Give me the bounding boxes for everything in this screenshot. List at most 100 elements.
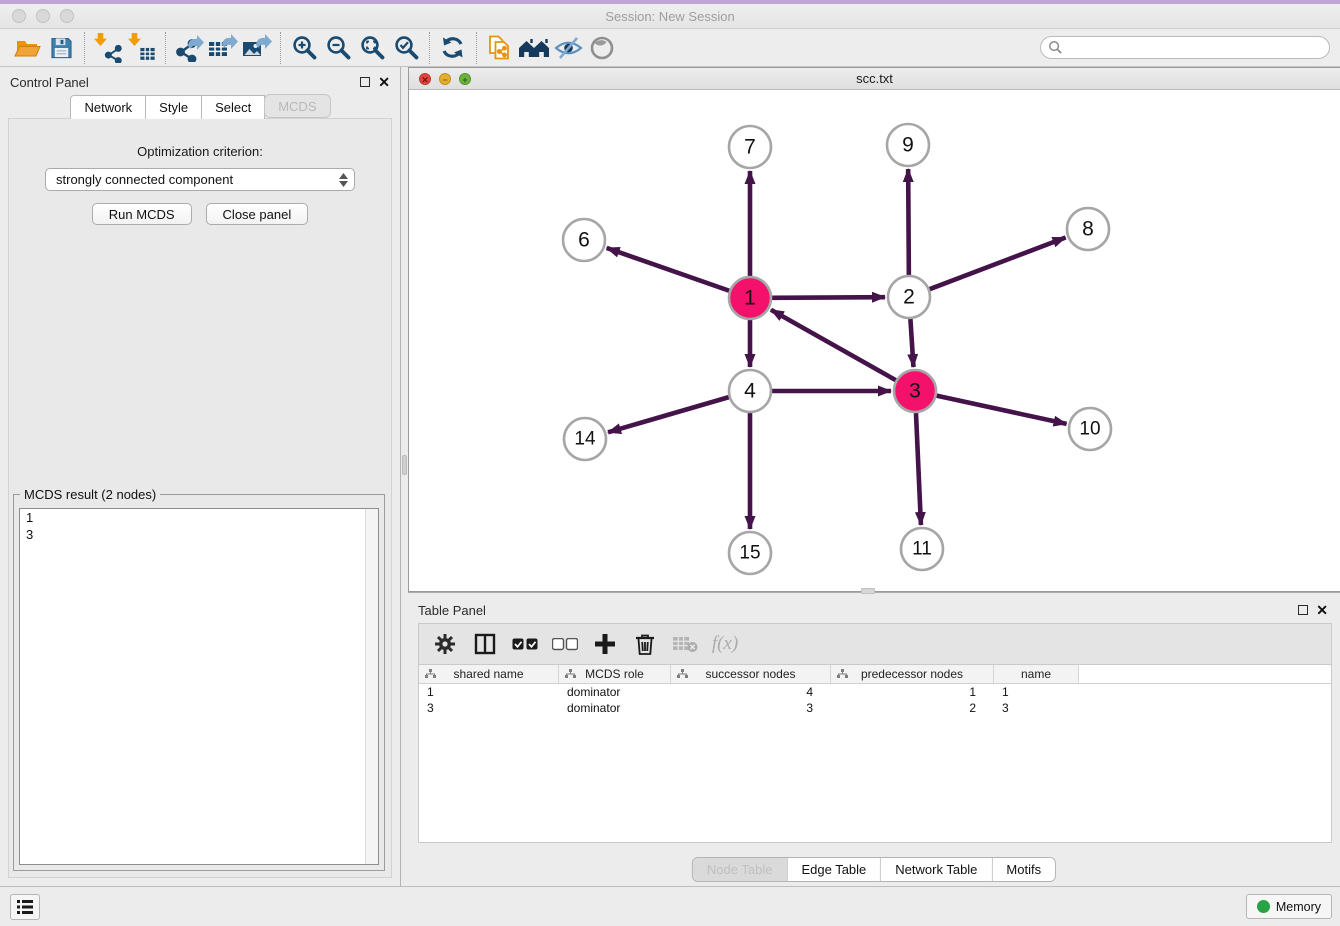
hide-graphics-details-button[interactable] [551,32,585,64]
import-network-button[interactable] [91,32,125,64]
memory-button[interactable]: Memory [1246,894,1332,919]
tab-mcds[interactable]: MCDS [264,94,330,118]
graph-node-11[interactable]: 11 [901,528,943,570]
close-panel-icon[interactable]: ✕ [1316,603,1328,617]
column-type-icon [425,669,436,679]
edge-2-8[interactable] [930,238,1066,290]
graph-node-14[interactable]: 14 [564,418,606,460]
open-session-button[interactable] [10,32,44,64]
table-cell[interactable]: 1 [831,684,994,700]
tab-network-table[interactable]: Network Table [880,858,991,881]
graph-node-1[interactable]: 1 [729,277,771,319]
import-table-button[interactable] [125,32,159,64]
graph-node-10[interactable]: 10 [1069,408,1111,450]
graph-node-15[interactable]: 15 [729,532,771,574]
column-header-MCDS-role[interactable]: MCDS role [559,665,671,683]
close-panel-button[interactable]: Close panel [206,203,309,225]
tab-edge-table[interactable]: Edge Table [786,858,880,881]
float-panel-icon[interactable] [360,77,370,87]
table-cell[interactable]: 2 [831,700,994,716]
float-panel-icon[interactable] [1298,605,1308,615]
table-cell[interactable]: dominator [559,684,671,700]
graph-node-8[interactable]: 8 [1067,208,1109,250]
column-header-successor-nodes[interactable]: successor nodes [671,665,831,683]
network-close-button[interactable]: ✕ [419,73,431,85]
column-header-shared-name[interactable]: shared name [419,665,559,683]
zoom-out-button[interactable] [321,32,355,64]
table-cell[interactable]: 3 [994,700,1079,716]
zoom-in-button[interactable] [287,32,321,64]
edge-1-2[interactable] [772,297,885,298]
network-maximize-button[interactable]: + [459,73,471,85]
export-image-button[interactable] [240,32,274,64]
horizontal-splitter-handle[interactable] [861,588,875,594]
task-history-button[interactable] [10,894,40,920]
select-stepper-icon [339,173,348,187]
node-table[interactable]: shared nameMCDS rolesuccessor nodesprede… [418,665,1332,843]
column-header-name[interactable]: name [994,665,1079,683]
mcds-result-lines: 13 [20,509,378,543]
table-cell[interactable]: 4 [671,684,831,700]
edge-2-3[interactable] [910,319,913,367]
create-column-button[interactable] [587,626,623,662]
titlebar[interactable]: Session: New Session [0,4,1340,29]
table-cell[interactable]: dominator [559,700,671,716]
tab-node-table[interactable]: Node Table [693,858,787,881]
table-cell[interactable]: 3 [671,700,831,716]
edge-1-6[interactable] [607,248,730,291]
table-cell[interactable]: 3 [419,700,559,716]
edge-3-1[interactable] [771,310,896,380]
edge-4-14[interactable] [608,397,729,432]
tab-motifs[interactable]: Motifs [991,858,1055,881]
zoom-fit-button[interactable] [355,32,389,64]
delete-table-button[interactable] [667,626,703,662]
table-cell[interactable]: 1 [994,684,1079,700]
function-builder-button[interactable]: f(x) [707,626,743,662]
svg-text:2: 2 [903,286,915,309]
column-header-predecessor-nodes[interactable]: predecessor nodes [831,665,994,683]
edge-3-11[interactable] [916,413,921,525]
delete-column-button[interactable] [627,626,663,662]
show-graphics-details-button[interactable] [585,32,619,64]
graph-node-6[interactable]: 6 [563,219,605,261]
optimization-select[interactable]: strongly connected component [45,168,355,191]
table-row[interactable]: 3dominator323 [419,700,1331,716]
zoom-selected-button[interactable] [389,32,423,64]
show-columns-button[interactable] [467,626,503,662]
refresh-layout-button[interactable] [436,32,470,64]
tab-network[interactable]: Network [70,95,146,119]
search-input[interactable] [1040,36,1330,59]
network-canvas[interactable]: 7 9 6 8 1 2 4 3 14 10 15 11 [409,90,1340,591]
search-container [1040,36,1330,59]
splitter-handle[interactable] [402,455,407,475]
network-minimize-button[interactable]: − [439,73,451,85]
table-row[interactable]: 1dominator411 [419,684,1331,700]
neighbors-button[interactable] [517,32,551,64]
result-scrollbar[interactable] [365,509,378,864]
tab-style[interactable]: Style [145,95,202,119]
graph-node-2[interactable]: 2 [888,276,930,318]
graph-node-3[interactable]: 3 [894,370,936,412]
gear-icon [434,633,456,655]
export-table-icon [208,34,238,62]
vertical-splitter[interactable] [401,67,408,886]
graph-node-4[interactable]: 4 [729,370,771,412]
graph-node-9[interactable]: 9 [887,124,929,166]
duplicate-network-button[interactable] [483,32,517,64]
select-all-columns-button[interactable] [507,626,543,662]
close-panel-icon[interactable]: ✕ [378,75,390,89]
table-cell[interactable]: 1 [419,684,559,700]
save-session-button[interactable] [44,32,78,64]
table-settings-button[interactable] [427,626,463,662]
run-mcds-button[interactable]: Run MCDS [92,203,192,225]
export-network-button[interactable] [172,32,206,64]
fx-icon: f(x) [712,633,738,655]
mcds-result-title: MCDS result (2 nodes) [20,487,160,502]
network-window-titlebar[interactable]: ✕ − + scc.txt [409,68,1340,90]
edge-3-10[interactable] [936,396,1066,424]
deselect-all-columns-button[interactable] [547,626,583,662]
export-table-button[interactable] [206,32,240,64]
edge-2-9[interactable] [908,169,909,275]
graph-node-7[interactable]: 7 [729,126,771,168]
tab-select[interactable]: Select [201,95,265,119]
